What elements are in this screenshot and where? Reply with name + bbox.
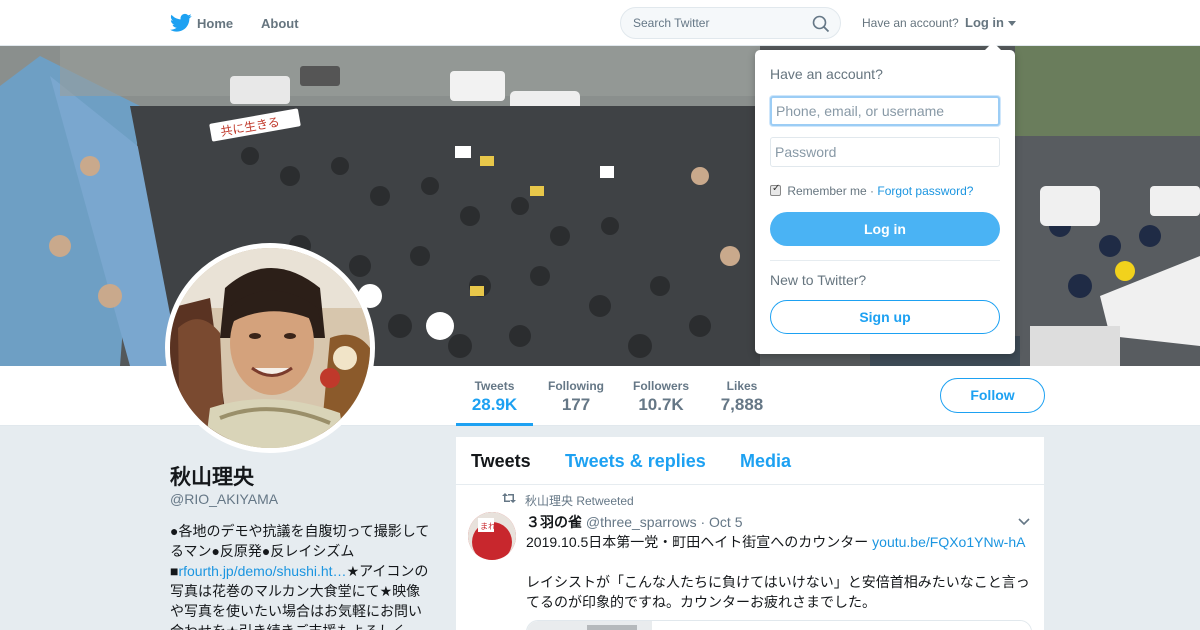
- remember-separator: ·: [870, 184, 875, 198]
- stat-following-label: Following: [548, 379, 604, 393]
- have-account-text: Have an account?: [862, 16, 959, 30]
- tab-media[interactable]: Media: [740, 451, 791, 472]
- chevron-down-icon[interactable]: [1018, 518, 1030, 526]
- profile-display-name[interactable]: 秋山理央: [170, 461, 254, 491]
- new-to-twitter-text: New to Twitter?: [770, 272, 867, 288]
- tweet-media-card[interactable]: [526, 620, 1032, 630]
- profile-screen-name[interactable]: @RIO_AKIYAMA: [170, 491, 278, 507]
- tweet-text-line1: 2019.10.5日本第一党・町田ヘイト街宣へのカウンター: [526, 534, 873, 550]
- stat-following-value: 177: [561, 395, 591, 414]
- chevron-down-icon[interactable]: [1008, 21, 1016, 26]
- profile-avatar[interactable]: [165, 243, 375, 453]
- remember-me-checkbox[interactable]: [770, 183, 781, 196]
- username-field[interactable]: [770, 96, 1000, 126]
- search-placeholder: Search Twitter: [633, 16, 710, 30]
- tweet-date[interactable]: Oct 5: [709, 514, 742, 530]
- svg-text:まれ: まれ: [480, 522, 496, 531]
- top-navigation: Home About Search Twitter Have an accoun…: [0, 0, 1200, 46]
- stat-likes-value: 7,888: [720, 395, 764, 414]
- stat-followers-value: 10.7K: [638, 395, 684, 414]
- dropdown-title: Have an account?: [770, 66, 883, 82]
- tweet-author-avatar[interactable]: まれ: [468, 512, 516, 560]
- signup-button[interactable]: Sign up: [770, 300, 1000, 334]
- tweet-text: 2019.10.5日本第一党・町田ヘイト街宣へのカウンター youtu.be/F…: [526, 532, 1034, 612]
- profile-bio: ●各地のデモや抗議を自腹切って撮影してるマン●反原発●反レイシズム■rfourt…: [170, 521, 432, 630]
- stat-followers[interactable]: Followers 10.7K: [630, 366, 692, 426]
- stat-tweets-value: 28.9K: [471, 395, 518, 414]
- search-box[interactable]: Search Twitter: [620, 7, 841, 39]
- timeline: Tweets Tweets & replies Media 秋山理央 Retwe…: [456, 437, 1044, 630]
- retweeted-by-text[interactable]: 秋山理央 Retweeted: [525, 492, 634, 509]
- tweet-text-line2: レイシストが「こんな人たちに負けてはいけない」と安倍首相みたいなこと言ってるのが…: [526, 574, 1030, 610]
- bio-link[interactable]: rfourth.jp/demo/shushi.ht…: [178, 563, 346, 579]
- remember-me-row: Remember me · Forgot password?: [770, 183, 973, 198]
- login-dropdown: Have an account? Remember me · Forgot pa…: [755, 42, 1015, 354]
- nav-home-link[interactable]: Home: [197, 16, 233, 31]
- login-dropdown-toggle[interactable]: Log in: [965, 15, 1004, 30]
- login-button[interactable]: Log in: [770, 212, 1000, 246]
- stat-likes-label: Likes: [726, 379, 758, 393]
- tweet-avatar-image: まれ: [468, 512, 516, 560]
- tweet-header: ３羽の雀 @three_sparrows · Oct 5: [526, 512, 743, 532]
- password-field[interactable]: [770, 137, 1000, 167]
- dropdown-divider: [770, 260, 1000, 261]
- tweet-display-name[interactable]: ３羽の雀: [526, 514, 582, 530]
- forgot-password-link[interactable]: Forgot password?: [877, 184, 973, 198]
- stat-tweets-label: Tweets: [474, 379, 515, 393]
- stat-following[interactable]: Following 177: [545, 366, 607, 426]
- tweet-screen-name[interactable]: @three_sparrows: [586, 514, 697, 530]
- nav-about-link[interactable]: About: [261, 16, 299, 31]
- follow-button[interactable]: Follow: [940, 378, 1045, 413]
- search-icon[interactable]: [812, 15, 830, 33]
- twitter-bird-icon[interactable]: [170, 13, 192, 33]
- tweet-separator: ·: [700, 514, 706, 530]
- timeline-tabs: Tweets Tweets & replies Media: [456, 437, 1044, 485]
- stat-followers-label: Followers: [632, 379, 689, 393]
- avatar-photo-image: [170, 248, 370, 448]
- tab-tweets-replies[interactable]: Tweets & replies: [565, 451, 706, 472]
- stat-tweets[interactable]: Tweets 28.9K: [456, 366, 533, 426]
- stat-likes[interactable]: Likes 7,888: [712, 366, 772, 426]
- retweet-icon: [502, 493, 516, 503]
- tweet-link[interactable]: youtu.be/FQXo1YNw-hA: [872, 534, 1025, 550]
- remember-me-label[interactable]: Remember me: [787, 184, 866, 198]
- tab-tweets[interactable]: Tweets: [471, 451, 531, 472]
- media-thumbnail-image: [527, 621, 1031, 630]
- tweet-item[interactable]: 秋山理央 Retweeted まれ ３羽の雀 @three_sparrows ·…: [456, 486, 1044, 630]
